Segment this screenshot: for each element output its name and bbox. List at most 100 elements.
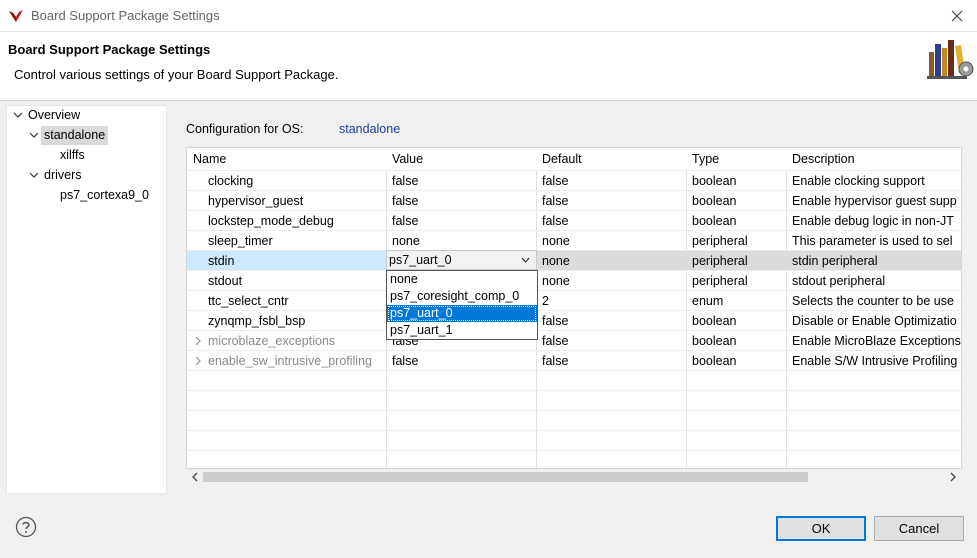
row-name: clocking	[208, 174, 254, 188]
table-row[interactable]: ttc_select_cntr 2 enum Selects the count…	[187, 291, 961, 311]
table-row[interactable]: clocking false false boolean Enable cloc…	[187, 171, 961, 191]
dropdown-option[interactable]: ps7_coresight_comp_0	[387, 288, 537, 305]
row-description: This parameter is used to sel	[792, 234, 953, 248]
row-description: Enable hypervisor guest supp	[792, 194, 957, 208]
row-default: false	[542, 334, 569, 348]
row-name: ttc_select_cntr	[208, 294, 289, 308]
row-description: Enable clocking support	[792, 174, 925, 188]
row-default: false	[542, 314, 569, 328]
row-default: none	[542, 254, 570, 268]
row-value[interactable]: false	[392, 354, 418, 368]
table-row[interactable]: zynqmp_fsbl_bsp false boolean Disable or…	[187, 311, 961, 331]
row-type: peripheral	[692, 274, 748, 288]
row-name: sleep_timer	[208, 234, 273, 248]
row-name: stdin	[208, 254, 235, 268]
table-row-group[interactable]: enable_sw_intrusive_profiling false fals…	[187, 351, 961, 371]
row-name: stdout	[208, 274, 243, 288]
chevron-right-icon[interactable]	[194, 337, 202, 345]
table-row[interactable]: hypervisor_guest false false boolean Ena…	[187, 191, 961, 211]
row-description: Enable S/W Intrusive Profiling	[792, 354, 958, 368]
row-description: stdout peripheral	[792, 274, 886, 288]
row-description: Disable or Enable Optimizatio	[792, 314, 957, 328]
row-name: microblaze_exceptions	[208, 334, 336, 348]
column-header-description[interactable]: Description	[792, 152, 855, 166]
chevron-down-icon[interactable]	[521, 257, 530, 264]
tree-item-label: ps7_cortexa9_0	[60, 188, 149, 202]
chevron-down-icon[interactable]	[29, 170, 39, 180]
row-description: Enable MicroBlaze Exceptions	[792, 334, 961, 348]
help-icon[interactable]	[15, 516, 37, 538]
settings-table: Name Value Default Type Description cloc…	[186, 147, 962, 469]
chevron-down-icon[interactable]	[29, 130, 39, 140]
table-row[interactable]: sleep_timer none none peripheral This pa…	[187, 231, 961, 251]
scrollbar-thumb[interactable]	[203, 472, 808, 482]
stdin-selected-value: ps7_uart_0	[389, 253, 452, 267]
row-default: none	[542, 234, 570, 248]
row-value[interactable]: false	[392, 194, 418, 208]
column-header-name[interactable]: Name	[193, 152, 226, 166]
cancel-button[interactable]: Cancel	[874, 516, 964, 541]
row-type: peripheral	[692, 234, 748, 248]
table-row[interactable]: lockstep_mode_debug false false boolean …	[187, 211, 961, 231]
close-icon[interactable]	[945, 4, 969, 28]
row-name: enable_sw_intrusive_profiling	[208, 354, 372, 368]
empty-row	[187, 451, 961, 468]
chevron-down-icon[interactable]	[13, 110, 23, 120]
row-value[interactable]: none	[392, 234, 420, 248]
tree-item-label: drivers	[44, 168, 82, 182]
empty-row	[187, 431, 961, 451]
column-header-type[interactable]: Type	[692, 152, 719, 166]
ok-button[interactable]: OK	[776, 516, 866, 541]
tree-item-label: Overview	[28, 108, 81, 122]
scroll-left-icon[interactable]	[190, 472, 200, 482]
config-os-value: standalone	[339, 122, 401, 136]
row-default: false	[542, 174, 569, 188]
books-settings-icon	[927, 40, 974, 79]
vivado-logo-icon	[9, 10, 23, 22]
row-default: false	[542, 194, 569, 208]
row-description: Selects the counter to be use	[792, 294, 954, 308]
dropdown-option[interactable]: none	[387, 271, 537, 288]
row-type: enum	[692, 294, 724, 308]
horizontal-scrollbar[interactable]	[186, 469, 962, 485]
table-row-selected[interactable]: stdin none peripheral stdin peripheral	[187, 251, 961, 271]
row-default: none	[542, 274, 570, 288]
row-value[interactable]: false	[392, 174, 418, 188]
chevron-right-icon[interactable]	[194, 357, 202, 365]
row-name: hypervisor_guest	[208, 194, 304, 208]
row-type: boolean	[692, 174, 737, 188]
row-name: zynqmp_fsbl_bsp	[208, 314, 306, 328]
dropdown-option-highlighted[interactable]: ps7_uart_0	[387, 305, 537, 322]
row-type: peripheral	[692, 254, 748, 268]
tree-item-label: standalone	[41, 126, 109, 145]
column-header-default[interactable]: Default	[542, 152, 582, 166]
row-default: false	[542, 214, 569, 228]
header-description: Control various settings of your Board S…	[14, 67, 339, 82]
table-header: Name Value Default Type Description	[187, 148, 961, 171]
row-type: boolean	[692, 334, 737, 348]
stdin-dropdown-list: none ps7_coresight_comp_0 ps7_uart_0 ps7…	[386, 270, 538, 340]
row-default: 2	[542, 294, 549, 308]
row-type: boolean	[692, 214, 737, 228]
row-value[interactable]: false	[392, 214, 418, 228]
stdin-value-select[interactable]: ps7_uart_0	[386, 250, 537, 270]
row-type: boolean	[692, 354, 737, 368]
row-default: false	[542, 354, 569, 368]
header-title: Board Support Package Settings	[8, 42, 211, 57]
table-row[interactable]: stdout none peripheral stdout peripheral	[187, 271, 961, 291]
tree-item-label: xilffs	[60, 148, 85, 162]
column-header-value[interactable]: Value	[392, 152, 423, 166]
settings-tree: Overview standalone xilffs drivers ps7_c…	[6, 105, 167, 494]
table-row-group[interactable]: microblaze_exceptions false false boolea…	[187, 331, 961, 351]
empty-row	[187, 391, 961, 411]
row-description: stdin peripheral	[792, 254, 878, 268]
window-title: Board Support Package Settings	[31, 8, 220, 23]
row-type: boolean	[692, 314, 737, 328]
scroll-right-icon[interactable]	[948, 472, 958, 482]
row-type: boolean	[692, 194, 737, 208]
row-description: Enable debug logic in non-JT	[792, 214, 954, 228]
dialog-header: Board Support Package Settings Control v…	[0, 32, 977, 101]
empty-row	[187, 371, 961, 391]
row-name: lockstep_mode_debug	[208, 214, 334, 228]
dropdown-option[interactable]: ps7_uart_1	[387, 322, 537, 339]
